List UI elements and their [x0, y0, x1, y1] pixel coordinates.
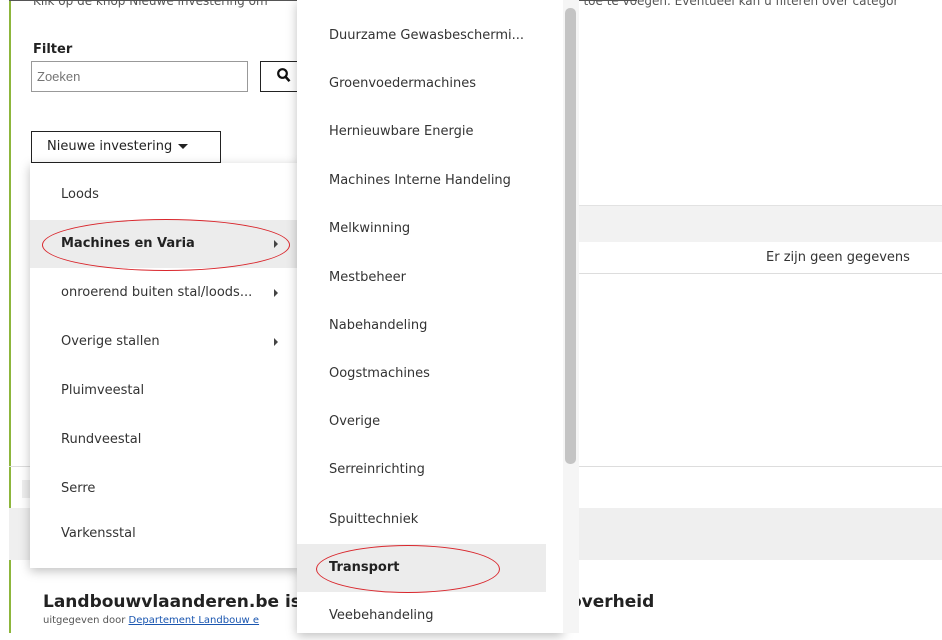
submenu-item[interactable]: Spuittechniek [297, 496, 546, 544]
footer-sub-prefix: uitgegeven door [43, 615, 126, 626]
intro-text-continued: n/ toe te voegen. Eventueel kan u filter… [568, 0, 899, 8]
submenu-item[interactable]: Overige [297, 398, 546, 446]
menu-item-pluimveestal[interactable]: Pluimveestal [30, 367, 300, 415]
new-investment-button[interactable]: Nieuwe investering [31, 131, 221, 163]
submenu-item[interactable]: Serreinrichting [297, 446, 546, 494]
search-button[interactable] [260, 61, 300, 92]
subcategory-menu: Duurzame Gewasbeschermi... Groenvoederma… [297, 0, 563, 633]
search-icon [277, 68, 291, 83]
menu-item-label: onroerend buiten stal/loods... [61, 285, 253, 300]
footer-title: Landbouwvlaanderen.be is eer [43, 592, 339, 612]
highlight-ellipse [316, 545, 500, 593]
menu-item-rundveestal[interactable]: Rundveestal [30, 416, 300, 464]
filter-label: Filter [33, 42, 73, 57]
submenu-scrollbar-thumb[interactable] [565, 8, 576, 464]
submenu-arrow-icon [274, 289, 278, 297]
intro-text: Klik op de knop Nieuwe investering om [33, 0, 268, 8]
department-link[interactable]: Departement Landbouw e [129, 615, 260, 626]
submenu-item[interactable]: Oogstmachines [297, 350, 546, 398]
menu-item-label: Overige stallen [61, 334, 160, 349]
submenu-item[interactable]: Duurzame Gewasbeschermi... [297, 12, 546, 60]
caret-down-icon [178, 144, 189, 149]
submenu-item[interactable]: Machines Interne Handeling [297, 157, 546, 205]
menu-item-overige-stallen[interactable]: Overige stallen [30, 318, 300, 366]
menu-item-onroerend[interactable]: onroerend buiten stal/loods... [30, 269, 300, 317]
highlight-ellipse [42, 219, 290, 271]
submenu-item[interactable]: Groenvoedermachines [297, 60, 546, 108]
footer-subtitle: uitgegeven door Departement Landbouw e [43, 615, 259, 626]
search-input[interactable] [31, 61, 248, 92]
menu-item-varkensstal[interactable]: Varkensstal [30, 510, 300, 558]
menu-item-serre[interactable]: Serre [30, 465, 300, 513]
submenu-item[interactable]: Hernieuwbare Energie [297, 108, 546, 156]
submenu-arrow-icon [274, 338, 278, 346]
empty-table-message: Er zijn geen gegevens [766, 250, 910, 265]
footer-title-continued: overheid [570, 592, 655, 612]
new-investment-label: Nieuwe investering [47, 139, 173, 154]
submenu-item[interactable]: Nabehandeling [297, 302, 546, 350]
submenu-item[interactable]: Mestbeheer [297, 254, 546, 302]
submenu-item[interactable]: Melkwinning [297, 205, 546, 253]
menu-item-loods[interactable]: Loods [30, 171, 300, 219]
